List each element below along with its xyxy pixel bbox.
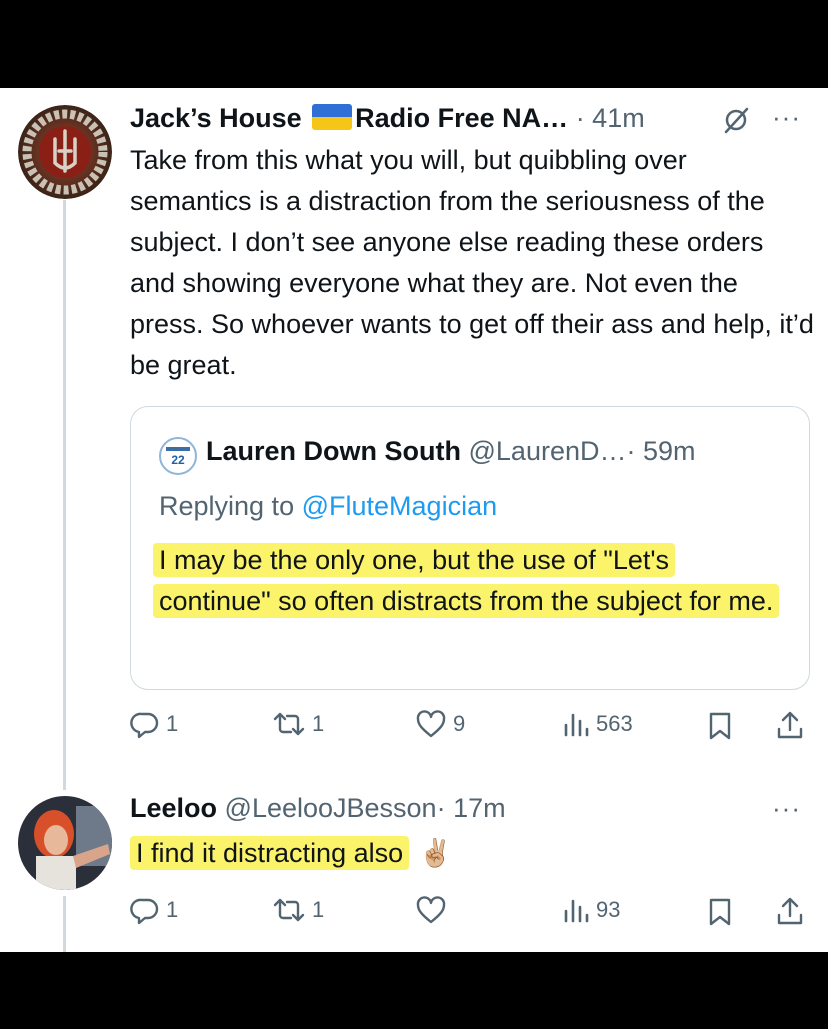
like-count: 9	[453, 711, 466, 736]
heart-icon	[415, 709, 447, 739]
like-button[interactable]	[415, 895, 453, 925]
author-handle[interactable]: @LeelooJBesson	[225, 793, 437, 823]
tweet-thread: Jack’s House Radio Free NA… · 41m ··· Ta…	[0, 88, 828, 952]
quoted-handle[interactable]: @LaurenD…	[469, 436, 627, 466]
views-button[interactable]: 93	[562, 895, 620, 925]
avatar-leeloo[interactable]	[18, 796, 112, 890]
reply-button[interactable]: 1	[130, 895, 178, 925]
repost-icon	[272, 895, 306, 925]
thread-line-top	[63, 200, 66, 790]
quoted-author-line: Lauren Down South @LaurenD…· 59m	[206, 436, 696, 467]
tweet-text: Take from this what you will, but quibbl…	[130, 145, 814, 380]
author-name[interactable]: Jack’s House	[130, 103, 302, 133]
tweet-text-wrap: I find it distracting also ✌🏼	[130, 833, 786, 874]
reply-button[interactable]: 1	[130, 709, 178, 739]
replying-to-handle[interactable]: @FluteMagician	[302, 491, 498, 521]
timestamp[interactable]: · 17m	[437, 793, 506, 823]
repost-count: 1	[312, 711, 325, 736]
author-line-leeloo: Leeloo @LeelooJBesson· 17m	[130, 793, 506, 824]
timestamp[interactable]: · 41m	[576, 103, 645, 133]
reply-icon	[130, 709, 160, 739]
heart-icon	[415, 895, 447, 925]
author-name[interactable]: Leeloo	[130, 793, 217, 823]
reply-icon	[130, 895, 160, 925]
views-count: 93	[596, 897, 621, 922]
views-icon	[562, 895, 590, 925]
views-button[interactable]: 563	[562, 709, 633, 739]
more-options-icon[interactable]: ···	[772, 793, 801, 824]
replying-to-prefix: Replying to	[159, 491, 295, 521]
reply-count: 1	[166, 711, 179, 736]
svg-text:22: 22	[171, 453, 185, 467]
repost-button[interactable]: 1	[272, 709, 324, 739]
ukraine-flag-icon	[312, 104, 353, 130]
quoted-tweet[interactable]: 22 Lauren Down South @LaurenD…· 59m Repl…	[130, 406, 810, 690]
views-icon	[562, 709, 590, 739]
repost-count: 1	[312, 897, 325, 922]
replying-to-line: Replying to @FluteMagician	[159, 491, 497, 522]
quoted-author-name[interactable]: Lauren Down South	[206, 436, 461, 466]
grok-icon[interactable]	[722, 106, 750, 134]
quoted-tweet-text: I may be the only one, but the use of "L…	[153, 543, 780, 618]
avatar-jacks-house[interactable]	[18, 105, 112, 199]
author-line-jacks-house: Jack’s House Radio Free NA… · 41m	[130, 103, 645, 134]
author-name-extra[interactable]: Radio Free NA…	[355, 103, 568, 133]
quoted-timestamp[interactable]: · 59m	[626, 436, 695, 466]
repost-icon	[272, 709, 306, 739]
reply-count: 1	[166, 897, 179, 922]
views-count: 563	[596, 711, 633, 736]
thread-line-bottom	[63, 896, 66, 952]
victory-hand-emoji: ✌🏼	[418, 838, 453, 868]
share-icon[interactable]	[775, 895, 805, 927]
like-button[interactable]: 9	[415, 709, 465, 739]
quoted-avatar: 22	[159, 437, 197, 475]
share-icon[interactable]	[775, 709, 805, 741]
repost-button[interactable]: 1	[272, 895, 324, 925]
more-options-icon[interactable]: ···	[772, 102, 801, 133]
bookmark-icon[interactable]	[707, 897, 733, 927]
quoted-tweet-text-wrap: I may be the only one, but the use of "L…	[153, 540, 784, 622]
tweet-text: I find it distracting also	[130, 836, 410, 870]
bookmark-icon[interactable]	[707, 711, 733, 741]
